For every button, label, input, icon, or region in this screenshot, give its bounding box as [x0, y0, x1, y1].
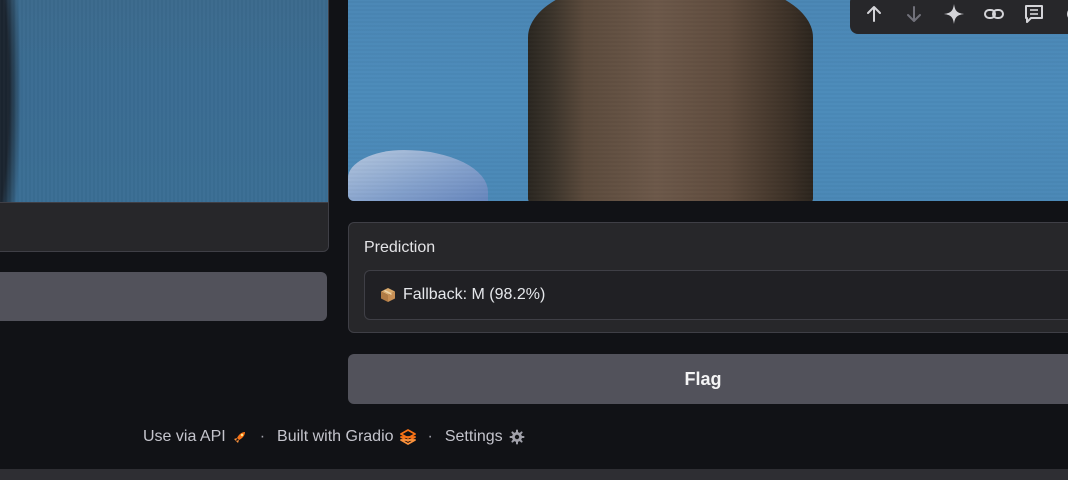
image-toolbar — [850, 0, 1068, 34]
use-via-api-link[interactable]: Use via API — [143, 428, 226, 446]
footer: Use via API · Built with Gradio · Settin… — [143, 426, 525, 448]
submit-button[interactable] — [0, 272, 327, 321]
arrow-down-icon[interactable] — [898, 0, 930, 30]
comment-icon[interactable] — [1018, 0, 1050, 30]
package-icon — [380, 287, 396, 303]
app-page: Prediction Fallback: M (98.2%) Flag Use … — [0, 0, 1068, 480]
footer-separator: · — [259, 428, 266, 445]
input-image-footer — [0, 202, 328, 251]
footer-separator: · — [427, 428, 433, 445]
prediction-output: Fallback: M (98.2%) — [364, 270, 1068, 320]
link-icon[interactable] — [978, 0, 1010, 30]
flag-button[interactable]: Flag — [348, 354, 1068, 404]
gear-icon[interactable] — [1058, 0, 1068, 30]
image-cloth-region — [348, 150, 488, 201]
gradio-logo-icon — [399, 429, 416, 445]
rocket-icon — [232, 429, 248, 445]
input-image — [0, 0, 328, 202]
bottom-bar — [0, 469, 1068, 480]
settings-link[interactable]: Settings — [445, 428, 503, 446]
input-image-panel[interactable] — [0, 0, 329, 252]
arrow-up-icon[interactable] — [858, 0, 890, 30]
sparkle-icon[interactable] — [938, 0, 970, 30]
image-arm-region — [528, 0, 813, 201]
prediction-value: Fallback: M (98.2%) — [403, 286, 546, 303]
built-with-gradio-link[interactable]: Built with Gradio — [277, 428, 394, 446]
gear-icon — [509, 429, 525, 445]
prediction-label: Prediction — [364, 239, 436, 256]
prediction-panel: Prediction Fallback: M (98.2%) — [348, 222, 1068, 333]
